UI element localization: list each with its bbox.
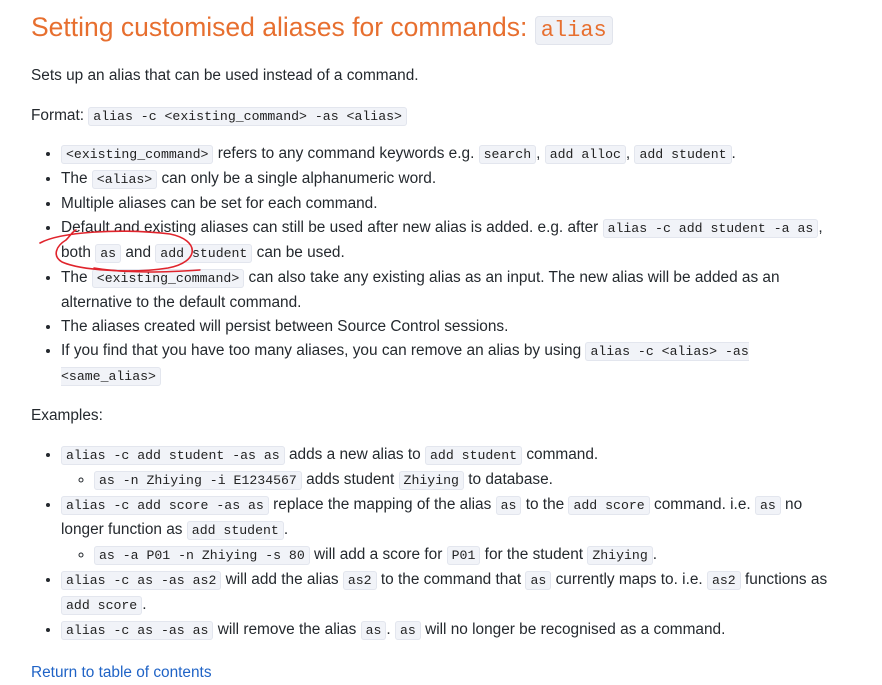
- inline-code: alias -c add student -a as: [602, 219, 819, 238]
- inline-code: add student: [186, 521, 284, 540]
- text-fragment: .: [386, 621, 395, 638]
- inline-code: as -a P01 -n Zhiying -s 80: [94, 546, 310, 565]
- notes-list: <existing_command> refers to any command…: [31, 142, 846, 389]
- text-fragment: to the: [521, 496, 569, 513]
- format-label: Format:: [31, 107, 89, 124]
- intro-text: Sets up an alias that can be used instea…: [31, 67, 419, 84]
- inline-code: Zhiying: [398, 471, 464, 490]
- examples-list: alias -c add student -as as adds a new a…: [31, 443, 846, 643]
- inline-code: alias -c add student -as as: [61, 446, 285, 465]
- inline-code: as: [495, 496, 522, 515]
- text-fragment: ,: [536, 145, 545, 162]
- note-item: Default and existing aliases can still b…: [61, 216, 846, 266]
- text-fragment: .: [731, 145, 736, 162]
- text-fragment: If you find that you have too many alias…: [61, 342, 586, 359]
- example-item: alias -c as -as as2 will add the alias a…: [61, 568, 846, 618]
- inline-code: add score: [568, 496, 650, 515]
- text-fragment: will add a score for: [309, 546, 447, 563]
- example-subitem: as -a P01 -n Zhiying -s 80 will add a sc…: [94, 543, 846, 568]
- text-fragment: will no longer be recognised as a comman…: [420, 621, 726, 638]
- inline-code: add student: [155, 244, 253, 263]
- note-item: The <alias> can only be a single alphanu…: [61, 167, 846, 192]
- example-item: alias -c add score -as as replace the ma…: [61, 493, 846, 568]
- inline-code: <existing_command>: [61, 145, 214, 164]
- text-fragment: Default and existing aliases can still b…: [61, 219, 603, 236]
- inline-code: as -n Zhiying -i E1234567: [94, 471, 302, 490]
- inline-code: alias -c add score -as as: [61, 496, 269, 515]
- text-fragment: to the command that: [376, 571, 526, 588]
- note-item: The aliases created will persist between…: [61, 315, 846, 339]
- inline-code: as: [394, 621, 421, 640]
- text-fragment: The aliases created will persist between…: [61, 318, 509, 335]
- inline-code: add student: [634, 145, 732, 164]
- inline-code: P01: [446, 546, 481, 565]
- text-fragment: functions as: [740, 571, 828, 588]
- inline-code: as: [525, 571, 552, 590]
- example-sublist: as -n Zhiying -i E1234567 adds student Z…: [61, 468, 846, 493]
- format-code: alias -c <existing_command> -as <alias>: [88, 107, 407, 126]
- inline-code: alias -c as -as as: [61, 621, 214, 640]
- text-fragment: to database.: [463, 471, 553, 488]
- text-fragment: Multiple aliases can be set for each com…: [61, 195, 378, 212]
- page-title-text: Setting customised aliases for commands:: [31, 12, 535, 42]
- inline-code: add alloc: [544, 145, 626, 164]
- text-fragment: .: [652, 546, 658, 563]
- examples-label: Examples:: [31, 407, 103, 424]
- note-item: <existing_command> refers to any command…: [61, 142, 846, 167]
- inline-code: add student: [425, 446, 523, 465]
- example-sublist: as -a P01 -n Zhiying -s 80 will add a sc…: [61, 543, 846, 568]
- text-fragment: command.: [522, 446, 599, 463]
- document: Setting customised aliases for commands:…: [31, 8, 846, 685]
- text-fragment: and: [121, 244, 156, 261]
- text-fragment: command. i.e.: [649, 496, 755, 513]
- toc-link[interactable]: Return to table of contents: [31, 661, 846, 685]
- text-fragment: replace the mapping of the alias: [268, 496, 496, 513]
- inline-code: search: [478, 145, 537, 164]
- example-item: alias -c as -as as will remove the alias…: [61, 618, 846, 643]
- inline-code: add score: [61, 596, 143, 615]
- inline-code: Zhiying: [587, 546, 653, 565]
- inline-code: <alias>: [91, 170, 158, 189]
- text-fragment: .: [283, 521, 289, 538]
- note-item: If you find that you have too many alias…: [61, 339, 846, 389]
- inline-code: as: [360, 621, 387, 640]
- text-fragment: can only be a single alphanumeric word.: [157, 170, 437, 187]
- inline-code: as2: [342, 571, 377, 590]
- text-fragment: will remove the alias: [213, 621, 361, 638]
- text-fragment: The: [61, 269, 92, 286]
- format-line: Format: alias -c <existing_command> -as …: [31, 104, 846, 129]
- inline-code: <existing_command>: [91, 269, 245, 288]
- text-fragment: adds a new alias to: [284, 446, 425, 463]
- text-fragment: adds student: [301, 471, 399, 488]
- example-subitem: as -n Zhiying -i E1234567 adds student Z…: [94, 468, 846, 493]
- text-fragment: can be used.: [252, 244, 345, 261]
- text-fragment: The: [61, 170, 92, 187]
- text-fragment: refers to any command keywords e.g.: [213, 145, 479, 162]
- text-fragment: will add the alias: [221, 571, 343, 588]
- inline-code: alias -c as -as as2: [61, 571, 222, 590]
- inline-code: as: [95, 244, 122, 263]
- inline-code: as2: [706, 571, 741, 590]
- text-fragment: for the student: [480, 546, 588, 563]
- text-fragment: .: [142, 596, 147, 613]
- page-title-code: alias: [534, 16, 613, 45]
- page-title: Setting customised aliases for commands:…: [31, 8, 846, 50]
- note-item: The <existing_command> can also take any…: [61, 266, 846, 315]
- example-item: alias -c add student -as as adds a new a…: [61, 443, 846, 493]
- text-fragment: currently maps to. i.e.: [551, 571, 707, 588]
- note-item: Multiple aliases can be set for each com…: [61, 192, 846, 216]
- inline-code: as: [754, 496, 781, 515]
